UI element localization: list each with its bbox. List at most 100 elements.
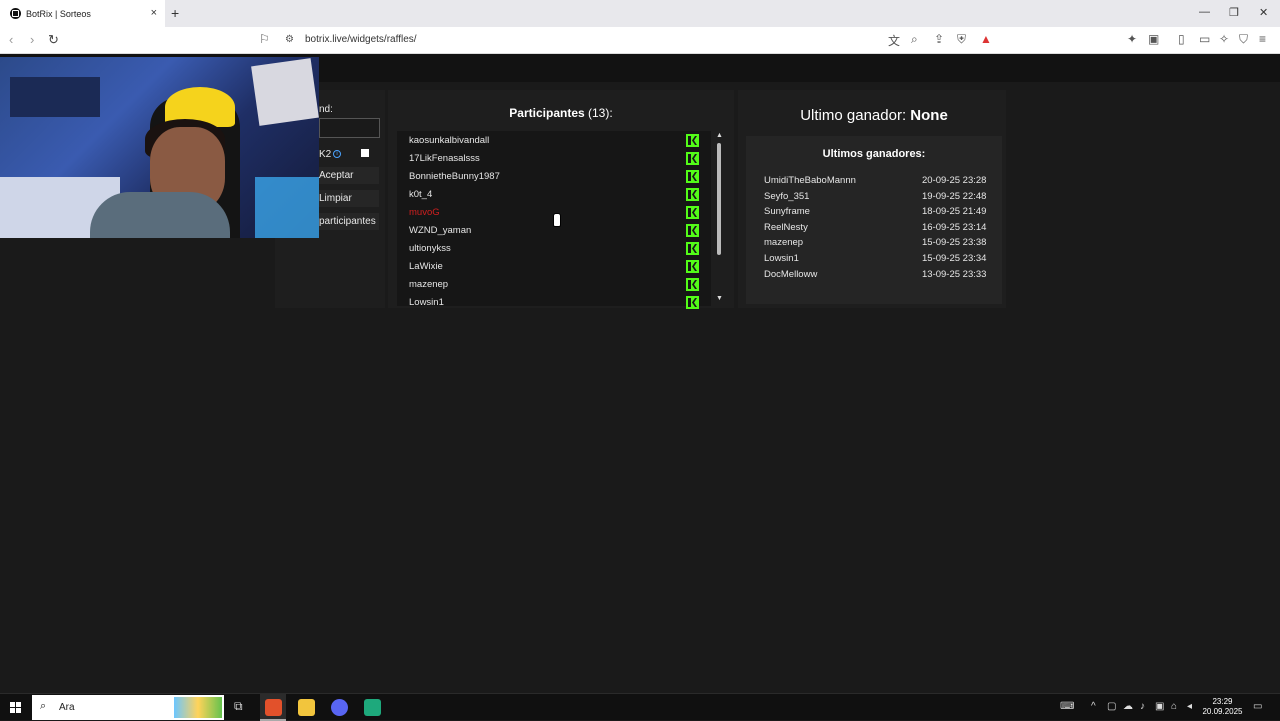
participants-button[interactable]: participantes [319, 213, 379, 230]
task-view-icon[interactable]: ⧉ [234, 699, 243, 714]
extensions-icon[interactable]: ✦ [1127, 32, 1137, 46]
clock-date: 20.09.2025 [1202, 707, 1243, 716]
forward-icon[interactable]: › [30, 32, 34, 47]
winner-date: 20-09-25 23:28 [922, 175, 987, 186]
winner-name: ReelNesty [764, 221, 808, 233]
translate-icon[interactable]: 文 [888, 32, 900, 49]
menu-icon[interactable]: ≡ [1259, 32, 1266, 46]
webcam-overlay [0, 57, 319, 238]
winner-name: Sunyframe [764, 206, 810, 218]
kick-icon [686, 224, 699, 237]
winner-date: 18-09-25 21:49 [922, 206, 987, 218]
notifications-icon[interactable]: ▭ [1253, 701, 1262, 712]
meet-icon[interactable]: ▢ [1107, 701, 1116, 712]
taskbar-search[interactable]: ⌕ Ara [32, 695, 224, 720]
minimize-button[interactable]: — [1199, 6, 1210, 18]
share-icon[interactable]: ⇪ [934, 32, 944, 46]
accept-button[interactable]: Aceptar [319, 167, 379, 184]
onedrive-icon[interactable]: ☁ [1123, 701, 1133, 712]
kick-icon [686, 278, 699, 291]
active-tab[interactable]: BotRix | Sorteos × [0, 0, 165, 27]
taskbar-clock[interactable]: 23:29 20.09.2025 [1200, 697, 1245, 717]
winner-date: 19-09-25 22:48 [922, 190, 987, 202]
scrollbar-thumb[interactable] [717, 143, 721, 255]
reload-icon[interactable]: ↻ [48, 32, 59, 48]
kick-icon [686, 296, 699, 309]
browser-toolbar: ‹ › ↻ ⚐ ⚙ botrix.live/widgets/raffles/ 文… [0, 27, 1280, 54]
kick-icon [686, 188, 699, 201]
windows-start-icon[interactable] [10, 702, 21, 713]
rewards-icon[interactable]: ▲ [980, 32, 992, 46]
botrix-favicon-icon [10, 8, 21, 19]
clock-time: 23:29 [1212, 697, 1233, 706]
kick-icon [686, 134, 699, 147]
volume-icon[interactable]: ◂ [1187, 701, 1192, 712]
cam-light [255, 177, 319, 238]
winner-date: 13-09-25 23:33 [922, 268, 987, 280]
restore-button[interactable]: ❐ [1229, 6, 1239, 19]
sidebar-icon[interactable]: ▯ [1178, 32, 1185, 46]
mic-icon[interactable]: ♪ [1140, 701, 1145, 712]
option-checkbox[interactable] [361, 149, 369, 157]
winner-name: UmidiTheBaboMannn [764, 175, 856, 186]
winner-date: 15-09-25 23:34 [922, 253, 987, 264]
hand-cursor-icon [553, 213, 561, 227]
url-field[interactable]: botrix.live/widgets/raffles/ [305, 34, 417, 45]
wallet-icon[interactable]: ▭ [1199, 32, 1210, 46]
clear-button[interactable]: Limpiar [319, 190, 379, 207]
winners-list-title: Ultimos ganadores: [822, 148, 926, 160]
participants-count: (13): [588, 106, 613, 120]
site-settings-icon[interactable]: ⚙ [285, 34, 294, 45]
winner-date: 15-09-25 23:38 [922, 237, 987, 249]
display-icon[interactable]: ▣ [1155, 701, 1164, 712]
info-icon[interactable]: i [333, 150, 341, 158]
participant-row[interactable]: ultionykss [409, 243, 451, 254]
kick-icon [686, 242, 699, 255]
reader-icon[interactable]: ▣ [1148, 32, 1159, 46]
tab-close-icon[interactable]: × [151, 7, 157, 19]
search-highlight-image [174, 697, 222, 718]
file-explorer-icon[interactable] [298, 699, 315, 716]
participants-heading: Participantes [509, 106, 585, 120]
kick-icon [686, 170, 699, 183]
participant-row[interactable]: muvoG [409, 207, 440, 218]
participants-title: Participantes (13): [388, 106, 734, 120]
keyboard-icon[interactable]: ⌨ [1060, 701, 1074, 712]
scroll-up-icon[interactable]: ▲ [716, 132, 723, 139]
kick-icon [686, 260, 699, 273]
zoom-icon[interactable]: ⌕ [911, 32, 918, 47]
participant-row[interactable]: mazenep [409, 279, 448, 290]
leo-icon[interactable]: ✧ [1219, 32, 1229, 46]
winner-date: 16-09-25 23:14 [922, 221, 987, 233]
vpn-icon[interactable]: ⛉ [1239, 32, 1248, 47]
participant-row[interactable]: BonnietheBunny1987 [409, 171, 500, 182]
bookmark-icon[interactable]: ⚐ [259, 32, 270, 46]
cam-poster [251, 58, 319, 126]
winner-name: mazenep [764, 237, 804, 249]
last-winner-value: None [910, 107, 948, 124]
last-winner-label: Ultimo ganador: [800, 107, 907, 124]
back-icon[interactable]: ‹ [9, 32, 13, 47]
participant-row[interactable]: Lowsin1 [409, 297, 444, 306]
cam-shelf [10, 77, 100, 117]
field-label: nd: [319, 104, 333, 115]
command-input[interactable] [319, 118, 380, 138]
tray-chevron-icon[interactable]: ^ [1091, 701, 1096, 712]
participant-row[interactable]: WZND_yaman [409, 225, 471, 236]
tab-title: BotRix | Sorteos [26, 8, 91, 19]
discord-icon[interactable] [331, 699, 348, 716]
participant-row[interactable]: LaWixie [409, 261, 443, 272]
participant-row[interactable]: kaosunkalbivandall [409, 135, 489, 146]
participant-row[interactable]: k0t_4 [409, 189, 432, 200]
winner-name: DocMelloww [764, 268, 818, 280]
participant-row[interactable]: 17LikFenasalsss [409, 153, 480, 164]
close-window-button[interactable]: ✕ [1259, 6, 1268, 19]
search-placeholder: Ara [59, 702, 75, 713]
new-tab-button[interactable]: + [171, 5, 179, 21]
app-icon[interactable] [364, 699, 381, 716]
brave-browser-icon[interactable] [265, 699, 282, 716]
brave-shield-icon[interactable]: ⛨ [957, 32, 966, 47]
search-icon: ⌕ [40, 700, 47, 712]
network-icon[interactable]: ⌂ [1171, 701, 1177, 712]
scroll-down-icon[interactable]: ▼ [716, 295, 723, 302]
